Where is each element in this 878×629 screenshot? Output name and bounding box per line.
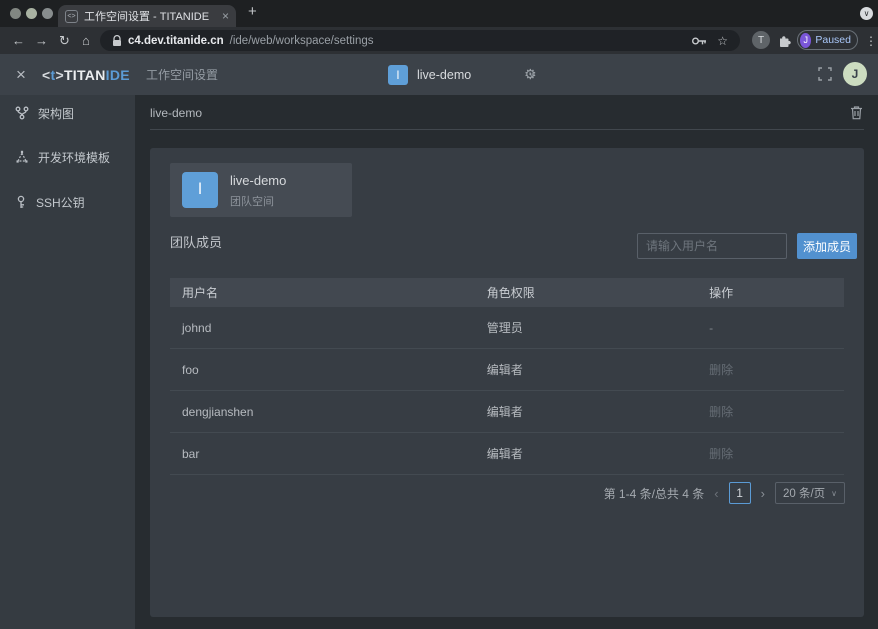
sidebar-item-label: SSH公钥 <box>36 194 85 211</box>
tab-favicon-icon: <> <box>65 10 78 23</box>
tab-close-icon[interactable]: × <box>222 9 229 23</box>
home-icon[interactable]: ⌂ <box>82 27 90 54</box>
delete-workspace-trash-icon[interactable] <box>850 105 863 120</box>
browser-profile-avatar: J <box>800 33 811 48</box>
cell-username: foo <box>170 363 487 377</box>
traffic-light-minimize[interactable] <box>26 8 37 19</box>
lock-icon <box>112 35 122 47</box>
profile-sync-pill[interactable]: J Paused <box>797 30 858 50</box>
column-actions: 操作 <box>709 284 844 301</box>
sidebar-item-dev-template[interactable]: 开发环境模板 <box>0 144 135 170</box>
fullscreen-icon[interactable] <box>818 67 832 81</box>
sync-paused-label: Paused <box>815 34 851 46</box>
workspace-card: l live-demo 团队空间 <box>170 163 352 217</box>
browser-menu-icon[interactable]: ⋮ <box>865 27 877 54</box>
table-row: dengjianshen 编辑者 删除 <box>170 391 844 433</box>
column-role: 角色权限 <box>487 284 709 301</box>
members-table: 用户名 角色权限 操作 johnd 管理员 - foo 编辑者 删除 dengj… <box>170 278 844 475</box>
browser-tab[interactable]: <> 工作空间设置 - TITANIDE × <box>58 5 236 27</box>
forward-icon[interactable]: → <box>35 27 48 54</box>
page-size-value: 20 条/页 <box>783 485 825 501</box>
logo-accent: IDE <box>106 67 130 83</box>
password-key-icon[interactable] <box>691 36 707 46</box>
user-avatar[interactable]: J <box>843 62 867 86</box>
add-member-button[interactable]: 添加成员 <box>797 233 857 259</box>
username-search-input[interactable] <box>637 233 787 259</box>
prev-page-icon[interactable]: ‹ <box>714 486 718 501</box>
workspace-card-badge: l <box>182 172 218 208</box>
template-icon <box>15 150 29 164</box>
extension-badge[interactable]: T <box>752 31 770 49</box>
workspace-badge: l <box>388 65 408 85</box>
branch-icon <box>15 106 29 120</box>
tab-search-button[interactable]: ∨ <box>860 7 873 20</box>
chevron-down-icon: ∨ <box>831 489 837 498</box>
sidebar-item-architecture[interactable]: 架构图 <box>0 100 135 126</box>
cell-username: bar <box>170 447 487 461</box>
tab-title: 工作空间设置 - TITANIDE <box>84 8 216 24</box>
members-heading: 团队成员 <box>170 232 222 251</box>
cell-action: - <box>709 321 844 335</box>
reload-icon[interactable]: ↻ <box>59 27 70 54</box>
column-username: 用户名 <box>170 284 487 301</box>
logo-bracket-close: > <box>55 67 63 83</box>
cell-role: 编辑者 <box>487 361 709 378</box>
titanide-logo: <t>TITANIDE <box>42 54 130 95</box>
app-header: × <t>TITANIDE 工作空间设置 l live-demo ∨ ⚙ J <box>0 54 878 95</box>
pagination: 第 1-4 条/总共 4 条 ‹ 1 › 20 条/页 ∨ <box>604 482 845 504</box>
sidebar-item-label: 架构图 <box>38 105 74 122</box>
workspace-card-type: 团队空间 <box>230 193 274 209</box>
close-icon[interactable]: × <box>16 54 26 95</box>
cell-role: 管理员 <box>487 319 709 336</box>
logo-main: TITAN <box>64 67 106 83</box>
cell-role: 编辑者 <box>487 445 709 462</box>
extensions-puzzle-icon[interactable] <box>777 33 792 48</box>
divider <box>150 129 864 130</box>
browser-toolbar: ← → ↻ ⌂ c4.dev.titanide.cn/ide/web/works… <box>0 27 878 54</box>
cell-username: johnd <box>170 321 487 335</box>
address-bar[interactable]: c4.dev.titanide.cn/ide/web/workspace/set… <box>100 30 740 51</box>
table-row: johnd 管理员 - <box>170 307 844 349</box>
traffic-light-zoom[interactable] <box>42 8 53 19</box>
workspace-name: live-demo <box>417 68 471 82</box>
next-page-icon[interactable]: › <box>761 486 765 501</box>
gear-icon[interactable]: ⚙ <box>524 54 537 95</box>
url-path: /ide/web/workspace/settings <box>230 35 374 47</box>
sidebar-item-ssh-key[interactable]: SSH公钥 <box>0 189 135 215</box>
app-window: <> 工作空间设置 - TITANIDE × + ∨ ← → ↻ ⌂ c4.de… <box>0 0 878 629</box>
new-tab-button[interactable]: + <box>248 3 257 20</box>
delete-member-link[interactable]: 删除 <box>709 361 844 378</box>
settings-panel: l live-demo 团队空间 团队成员 添加成员 用户名 角色权限 操作 j… <box>150 148 864 617</box>
pagination-summary: 第 1-4 条/总共 4 条 <box>604 485 705 502</box>
page-number-button[interactable]: 1 <box>729 482 751 504</box>
cell-username: dengjianshen <box>170 405 487 419</box>
back-icon[interactable]: ← <box>12 27 25 54</box>
sidebar-item-label: 开发环境模板 <box>38 149 110 166</box>
url-domain: c4.dev.titanide.cn <box>128 35 224 47</box>
table-row: bar 编辑者 删除 <box>170 433 844 475</box>
page-title: 工作空间设置 <box>146 54 218 95</box>
main-content: live-demo l live-demo 团队空间 团队成员 添加成员 用户名… <box>135 95 878 629</box>
table-row: foo 编辑者 删除 <box>170 349 844 391</box>
delete-member-link[interactable]: 删除 <box>709 403 844 420</box>
workspace-switcher[interactable]: l live-demo ∨ <box>388 54 535 95</box>
traffic-light-close[interactable] <box>10 8 21 19</box>
key-icon <box>15 195 27 209</box>
table-header: 用户名 角色权限 操作 <box>170 278 844 307</box>
delete-member-link[interactable]: 删除 <box>709 445 844 462</box>
browser-tab-strip: <> 工作空间设置 - TITANIDE × + ∨ <box>0 0 878 27</box>
workspace-card-name: live-demo <box>230 173 286 188</box>
bookmark-star-icon[interactable]: ☆ <box>717 34 728 48</box>
breadcrumb: live-demo <box>150 95 202 130</box>
logo-bracket-open: < <box>42 67 50 83</box>
cell-role: 编辑者 <box>487 403 709 420</box>
page-size-select[interactable]: 20 条/页 ∨ <box>775 482 845 504</box>
sidebar: 架构图 开发环境模板 SSH公钥 <box>0 95 135 629</box>
